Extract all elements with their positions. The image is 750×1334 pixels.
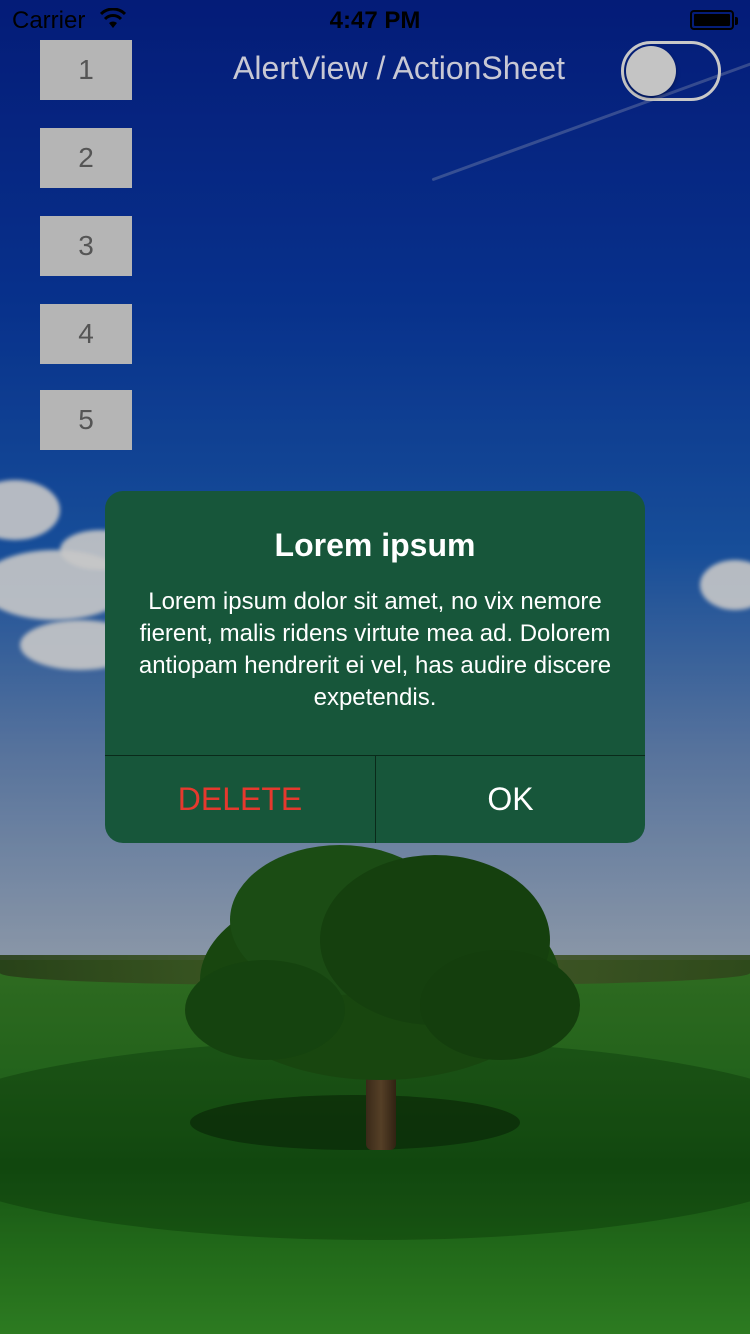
status-bar: Carrier 4:47 PM [0,0,750,40]
number-button-4[interactable]: 4 [40,304,132,364]
number-button-3[interactable]: 3 [40,216,132,276]
number-button-2[interactable]: 2 [40,128,132,188]
ok-button[interactable]: OK [376,756,645,843]
toggle-knob [626,46,676,96]
alert-actionsheet-toggle[interactable] [621,41,721,101]
alert-message: Lorem ipsum dolor sit amet, no vix nemor… [138,588,612,711]
alert-title: Lorem ipsum [274,527,476,563]
battery-icon [690,10,738,30]
status-time: 4:47 PM [329,7,421,34]
mode-label: AlertView / ActionSheet [233,50,566,86]
delete-button[interactable]: DELETE [105,756,375,843]
number-button-1[interactable]: 1 [40,40,132,100]
number-button-5[interactable]: 5 [40,390,132,450]
alert-dialog: Lorem ipsum Lorem ipsum dolor sit amet, … [105,491,645,843]
